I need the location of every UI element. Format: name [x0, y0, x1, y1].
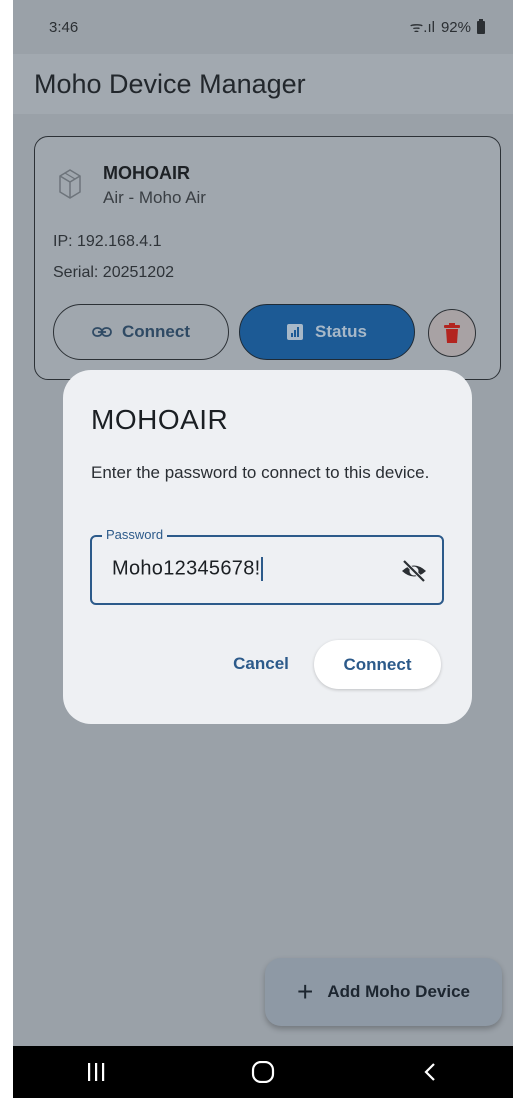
card-status-label: Status: [315, 322, 367, 341]
password-input[interactable]: Moho12345678!: [112, 557, 264, 581]
cancel-button[interactable]: Cancel: [219, 642, 303, 686]
trash-icon: [444, 323, 460, 343]
device-ip: IP: 192.168.4.1: [53, 233, 162, 250]
delete-device-button[interactable]: [428, 309, 476, 357]
status-time: 3:46: [49, 18, 79, 36]
add-device-label: Add Moho Device: [327, 982, 470, 1001]
recent-apps-icon: [88, 1063, 105, 1081]
battery-icon: [477, 18, 485, 34]
home-icon: [251, 1061, 275, 1083]
dialog-title: MOHOAIR: [91, 404, 229, 435]
device-serial: Serial: 20251202: [53, 264, 174, 281]
page-title: Moho Device Manager: [34, 68, 306, 99]
home-button[interactable]: [233, 1052, 293, 1092]
password-dialog: MOHOAIR Enter the password to connect to…: [63, 370, 472, 724]
back-button[interactable]: [400, 1052, 460, 1092]
connect-button[interactable]: Connect: [314, 640, 441, 689]
password-value: Moho12345678!: [112, 557, 261, 580]
device-box-icon: [59, 169, 81, 199]
signal-chart-icon: [287, 324, 304, 340]
app-bar: Moho Device Manager: [13, 54, 513, 114]
text-caret: [261, 557, 264, 581]
card-status-button[interactable]: Status: [239, 304, 415, 360]
add-device-button[interactable]: + Add Moho Device: [265, 958, 502, 1026]
device-info: MOHOAIR Air - Moho Air: [103, 163, 206, 208]
device-model: Air - Moho Air: [103, 188, 206, 207]
status-indicators: ᯤ.ıl 92%: [410, 17, 485, 37]
back-icon: [424, 1063, 435, 1081]
card-connect-button[interactable]: Connect: [53, 304, 229, 360]
signal-icon: ᯤ.ıl: [409, 19, 435, 36]
password-field[interactable]: Password Moho12345678!: [90, 527, 444, 605]
plus-icon: +: [297, 976, 314, 1007]
password-label: Password: [102, 527, 168, 542]
device-name: MOHOAIR: [103, 163, 190, 183]
status-bar: 3:46 ᯤ.ıl 92%: [13, 0, 513, 54]
recent-apps-button[interactable]: [66, 1052, 126, 1092]
system-nav-bar: [13, 1046, 513, 1098]
battery-percent: 92%: [440, 18, 471, 36]
device-card-header: MOHOAIR Air - Moho Air: [57, 163, 206, 208]
card-connect-label: Connect: [122, 322, 190, 341]
dialog-message: Enter the password to connect to this de…: [91, 463, 430, 482]
eye-off-icon[interactable]: [400, 557, 428, 585]
device-card[interactable]: MOHOAIR Air - Moho Air IP: 192.168.4.1 S…: [34, 136, 501, 380]
link-icon: [92, 327, 112, 337]
